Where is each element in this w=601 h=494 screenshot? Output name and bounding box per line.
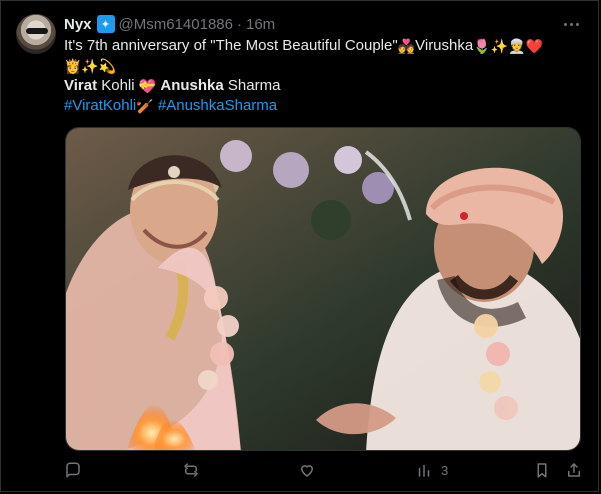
tweet-line-4: #ViratKohli🏏 #AnushkaSharma bbox=[64, 96, 584, 116]
tweet-line-2: 👸✨💫 bbox=[64, 56, 584, 76]
timestamp[interactable]: 16m bbox=[246, 16, 275, 33]
share-icon bbox=[568, 463, 580, 477]
anushka-name: Anushka bbox=[160, 77, 224, 94]
more-icon[interactable] bbox=[559, 14, 583, 34]
bookmark-action[interactable] bbox=[533, 458, 551, 482]
virat-name: Virat bbox=[64, 77, 98, 94]
views-count: 3 bbox=[441, 462, 449, 478]
separator: · bbox=[237, 15, 242, 33]
tweet-line-3: Virat Kohli 💝 Anushka Sharma bbox=[64, 76, 584, 96]
hashtag-anushkasharma[interactable]: #AnushkaSharma bbox=[158, 97, 277, 114]
verified-badge-icon: ✦ bbox=[96, 15, 115, 33]
reply-icon bbox=[66, 462, 80, 478]
cricket-emoji: 🏏 bbox=[136, 98, 154, 115]
tweet-header: Nyx ✦ @Msm61401886 · 16m bbox=[64, 14, 275, 34]
like-icon bbox=[301, 465, 313, 477]
author-handle[interactable]: @Msm61401886 bbox=[119, 16, 233, 33]
views-icon bbox=[418, 464, 430, 477]
tweet-line-1: It's 7th anniversary of "The Most Beauti… bbox=[64, 36, 584, 56]
author-name[interactable]: Nyx bbox=[64, 16, 92, 33]
retweet-action[interactable] bbox=[182, 458, 200, 482]
tweet-line-1-mid: Virushka bbox=[415, 37, 474, 54]
kohli-name: Kohli bbox=[97, 77, 135, 94]
tweet-line-1-text: It's 7th anniversary of "The Most Beauti… bbox=[64, 37, 398, 54]
like-action[interactable] bbox=[298, 458, 316, 482]
emoji-group-1: 🌷✨👳❤️ bbox=[473, 38, 543, 55]
couple-emoji: 💑 bbox=[397, 38, 416, 55]
wedding-photo bbox=[66, 128, 580, 450]
views-action[interactable]: 3 bbox=[415, 458, 448, 482]
tweet-media-image[interactable] bbox=[65, 127, 581, 451]
sharma-name: Sharma bbox=[223, 77, 281, 94]
heart-emoji: 💝 bbox=[138, 78, 157, 95]
reply-action[interactable] bbox=[64, 458, 82, 482]
retweet-icon bbox=[184, 463, 198, 477]
hashtag-viratkohli[interactable]: #ViratKohli bbox=[64, 97, 136, 114]
share-action[interactable] bbox=[565, 458, 583, 482]
avatar[interactable] bbox=[16, 14, 56, 54]
tweet-text: It's 7th anniversary of "The Most Beauti… bbox=[64, 36, 584, 116]
bookmark-icon bbox=[537, 463, 547, 478]
emoji-group-2: 👸✨💫 bbox=[64, 58, 117, 75]
